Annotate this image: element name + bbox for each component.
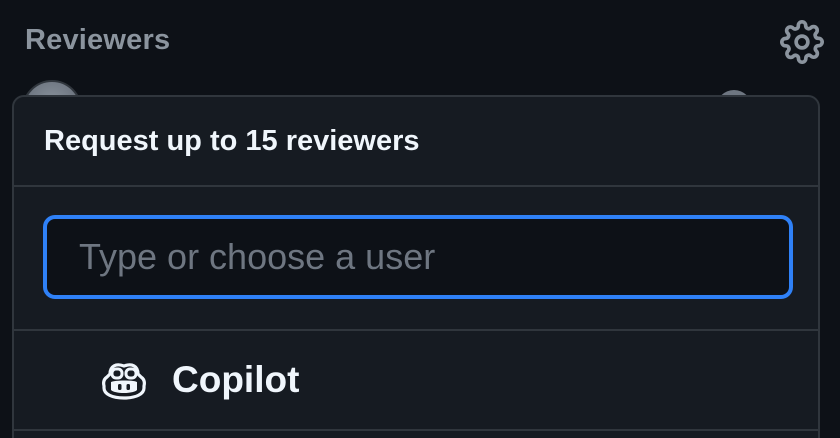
gear-icon[interactable]	[778, 18, 826, 66]
suggestion-item-copilot[interactable]: Copilot	[14, 331, 818, 431]
reviewers-header[interactable]: Reviewers	[25, 18, 170, 62]
reviewers-title: Reviewers	[25, 23, 171, 56]
suggestion-label: Copilot	[172, 359, 300, 400]
popover-title: Request up to 15 reviewers	[44, 124, 420, 157]
filter-row	[14, 187, 818, 331]
reviewers-popover: Request up to 15 reviewers Copilot	[12, 95, 820, 438]
popover-header: Request up to 15 reviewers	[14, 97, 818, 187]
reviewers-sidebar-section: Reviewers Request up to 15 reviewers Typ…	[0, 0, 840, 438]
copilot-icon	[100, 356, 148, 404]
reviewer-search-input[interactable]	[43, 215, 793, 299]
